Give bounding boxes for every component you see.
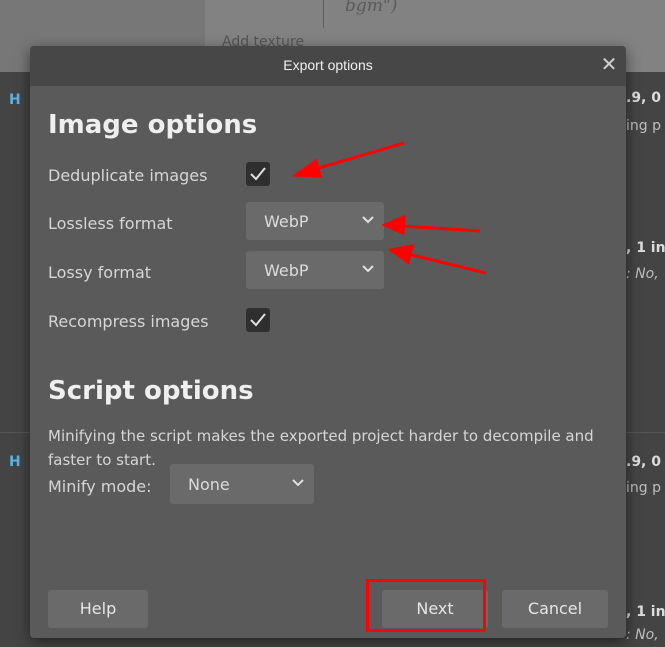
arrow-to-deduplicate [311, 141, 405, 172]
arrow-head-icon [387, 244, 415, 265]
arrow-to-lossless [401, 224, 481, 233]
arrow-head-icon [291, 158, 322, 178]
arrow-to-lossy [407, 252, 487, 275]
annotation-arrows [291, 141, 487, 275]
arrow-head-icon [381, 214, 406, 236]
